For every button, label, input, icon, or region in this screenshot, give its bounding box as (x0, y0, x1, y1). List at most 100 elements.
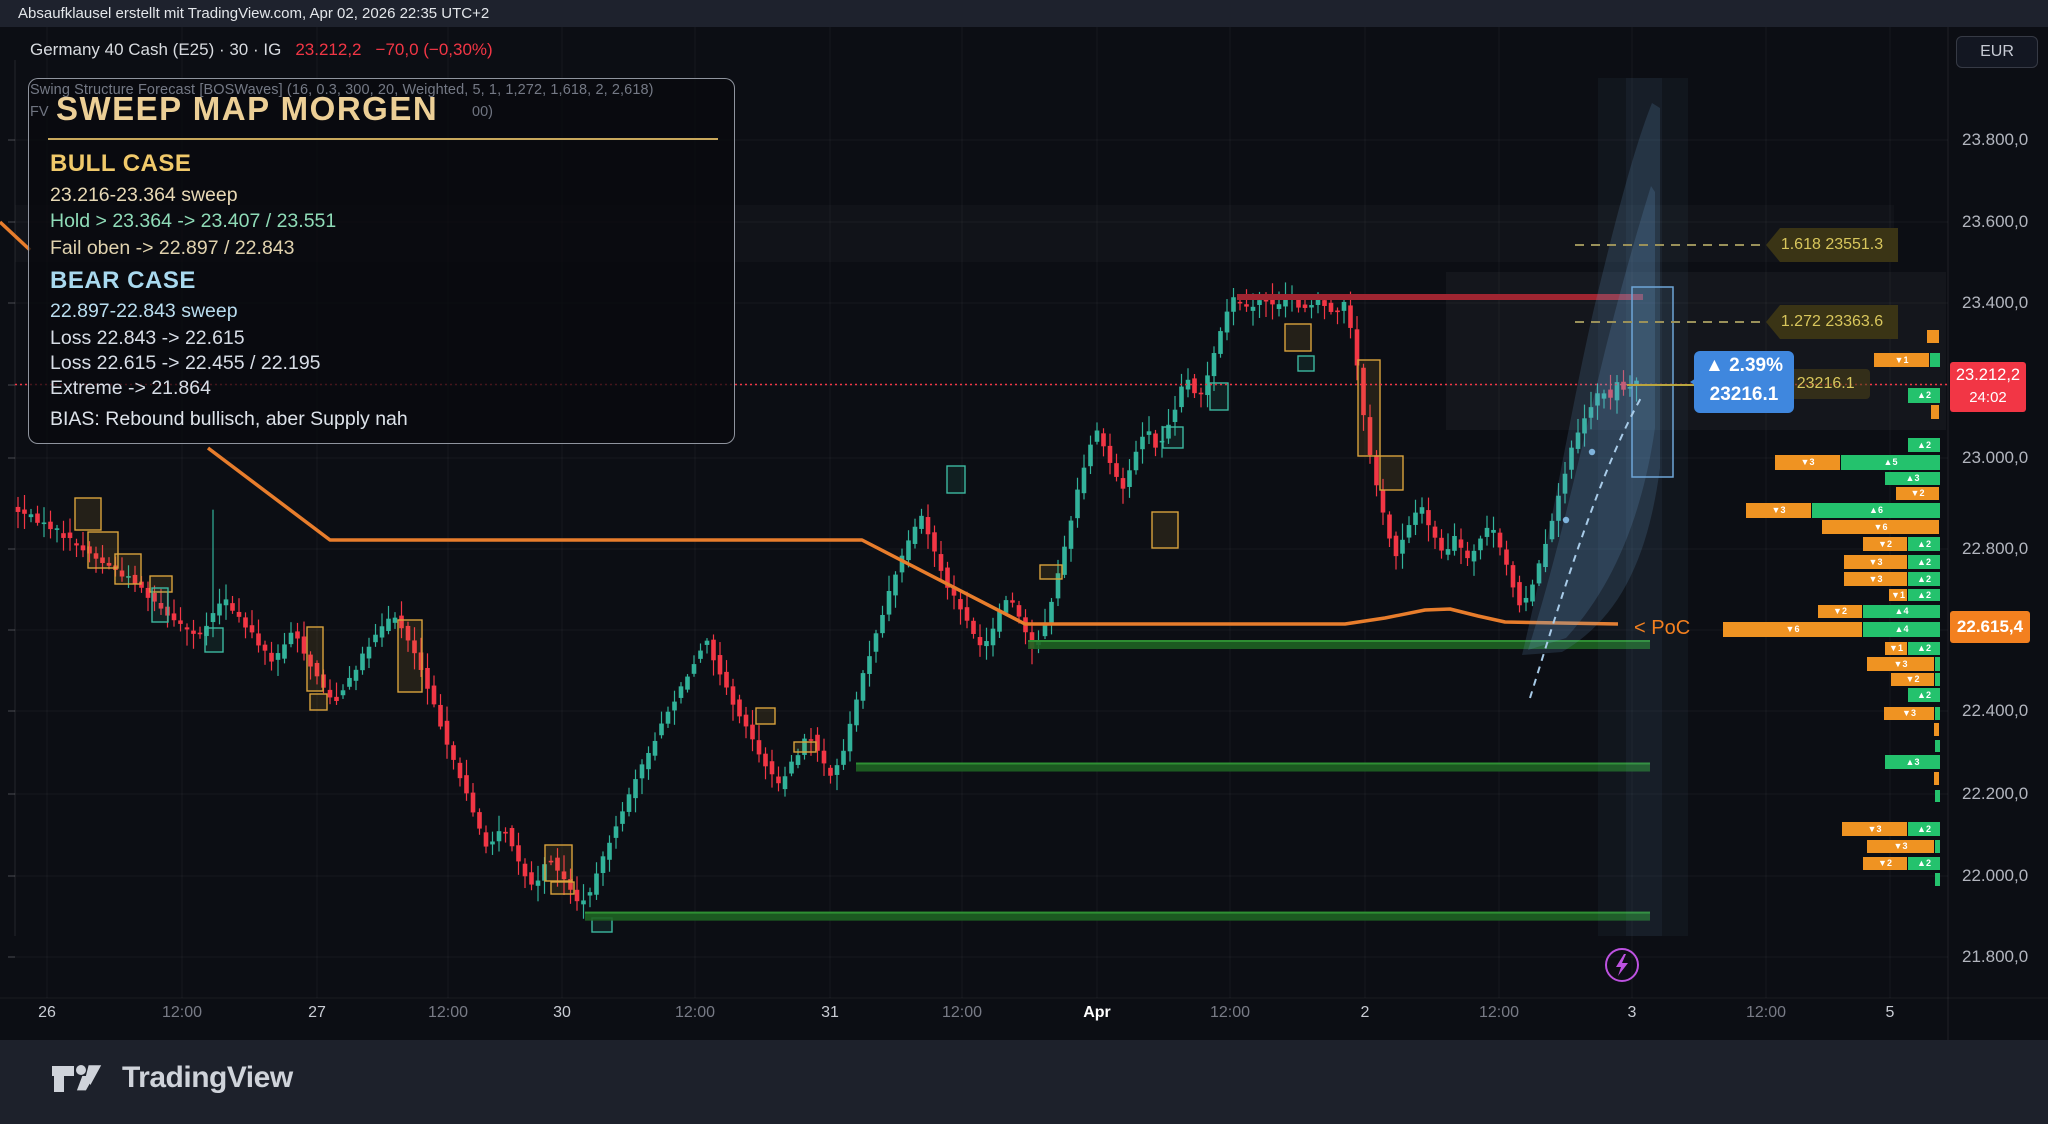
time-tick-label: Apr (1062, 1004, 1132, 1022)
candle-body (776, 777, 781, 784)
candle-body (724, 672, 729, 688)
order-block-teal (947, 466, 965, 493)
candle-body (1342, 302, 1347, 311)
candle-body (55, 528, 60, 530)
fib-1618-badge[interactable]: 1.618 23551.3 (1766, 228, 1898, 262)
indicator-legend-fragment-left[interactable]: FV (30, 104, 49, 120)
price-tick-label: 23.600,0 (1962, 212, 2028, 232)
price-axis[interactable]: 23.800,023.600,023.400,023.000,022.800,0… (1948, 27, 2048, 1040)
candle-body (373, 635, 378, 642)
candle-body (614, 826, 619, 838)
last-price-axis-value: 23.212,2 (1950, 362, 2026, 388)
supply-line[interactable] (1237, 294, 1643, 300)
time-axis[interactable]: 2612:002712:003012:003112:00Apr12:00212:… (0, 998, 1948, 1040)
order-block-orange (307, 627, 323, 691)
time-tick-label: 30 (527, 1004, 597, 1022)
candle-body (588, 892, 593, 895)
order-block-orange (398, 620, 422, 692)
candle-body (893, 575, 898, 596)
candle-body (887, 591, 892, 615)
candle-body (926, 517, 931, 534)
candle-body (1179, 387, 1184, 407)
order-block-orange (75, 498, 101, 530)
candle-body (35, 514, 40, 523)
candle-body (646, 753, 651, 769)
candle-body (1225, 312, 1230, 333)
time-tick-label: 31 (795, 1004, 865, 1022)
candle-body (295, 631, 300, 638)
fib-1272-badge[interactable]: 1.272 23363.6 (1766, 305, 1898, 339)
forecast-box[interactable] (1632, 287, 1673, 477)
candle-body (1511, 565, 1516, 587)
symbol-title[interactable]: Germany 40 Cash (E25) · 30 · IG (30, 40, 281, 60)
candle-body (477, 812, 482, 828)
candle-body (1303, 305, 1308, 308)
time-tick-label: 27 (282, 1004, 352, 1022)
candle-body (1108, 446, 1113, 463)
last-price-value: 23.212,2 (295, 40, 361, 60)
forecast-dot (1563, 517, 1569, 523)
candle-body (1114, 463, 1119, 477)
candle-body (360, 654, 365, 671)
candle-body (1251, 307, 1256, 311)
candle-body (685, 677, 690, 690)
candle-body (1322, 300, 1327, 306)
time-tick-label: 26 (12, 1004, 82, 1022)
candle-body (1205, 375, 1210, 395)
candle-body (536, 881, 541, 886)
candle-body (705, 641, 710, 645)
candle-body (1075, 490, 1080, 519)
candle-body (1491, 530, 1496, 533)
order-block-orange (310, 694, 327, 710)
candle-body (1420, 507, 1425, 514)
candle-body (1173, 410, 1178, 422)
indicator-legend-fragment-right[interactable]: 00) (472, 104, 493, 120)
order-block-orange (1152, 512, 1178, 548)
candle-body (1101, 433, 1106, 446)
export-info-bar: Absaufklausel erstellt mit TradingView.c… (0, 0, 2048, 27)
currency-button[interactable]: EUR (1956, 36, 2038, 68)
order-block-orange (1358, 360, 1380, 456)
candle-body (74, 543, 79, 545)
candle-body (731, 686, 736, 704)
candle-body (367, 647, 372, 659)
time-tick-label: 12:00 (1731, 1004, 1801, 1022)
candle-body (906, 540, 911, 560)
candle-body (1465, 551, 1470, 558)
candle-body (965, 607, 970, 621)
candle-body (627, 794, 632, 812)
candle-body (848, 724, 853, 751)
candle-body (471, 793, 476, 813)
bar-countdown: 24:02 (1950, 388, 2026, 408)
candle-body (601, 856, 606, 873)
symbol-legend[interactable]: Germany 40 Cash (E25) · 30 · IG 23.212,2… (30, 40, 493, 60)
order-block-orange (551, 882, 574, 894)
candle-body (789, 762, 794, 774)
candle-body (503, 832, 508, 834)
candle-body (984, 641, 989, 646)
candle-body (256, 633, 261, 645)
candle-body (633, 779, 638, 798)
forecast-change-badge[interactable]: ▲ 2.39% 23216.1 (1694, 351, 1794, 413)
candle-body (445, 721, 450, 745)
time-tick-label: 12:00 (413, 1004, 483, 1022)
candle-body (1199, 393, 1204, 395)
order-block-orange (756, 708, 775, 724)
candle-body (263, 645, 268, 651)
candle-body (997, 612, 1002, 632)
candle-body (1017, 605, 1022, 616)
order-block-orange (115, 554, 141, 584)
candle-body (529, 872, 534, 884)
lightning-marker-icon[interactable] (1605, 948, 1639, 982)
price-tick-label: 23.000,0 (1962, 448, 2028, 468)
order-block-teal (205, 628, 223, 652)
candle-body (1062, 547, 1067, 575)
candle-body (48, 522, 53, 529)
candle-body (1459, 539, 1464, 547)
candle-body (692, 664, 697, 674)
candle-body (42, 522, 47, 524)
candle-body (1439, 538, 1444, 551)
candle-body (198, 633, 203, 635)
tradingview-logo[interactable]: TradingView (52, 1058, 293, 1098)
candle-body (1400, 540, 1405, 554)
